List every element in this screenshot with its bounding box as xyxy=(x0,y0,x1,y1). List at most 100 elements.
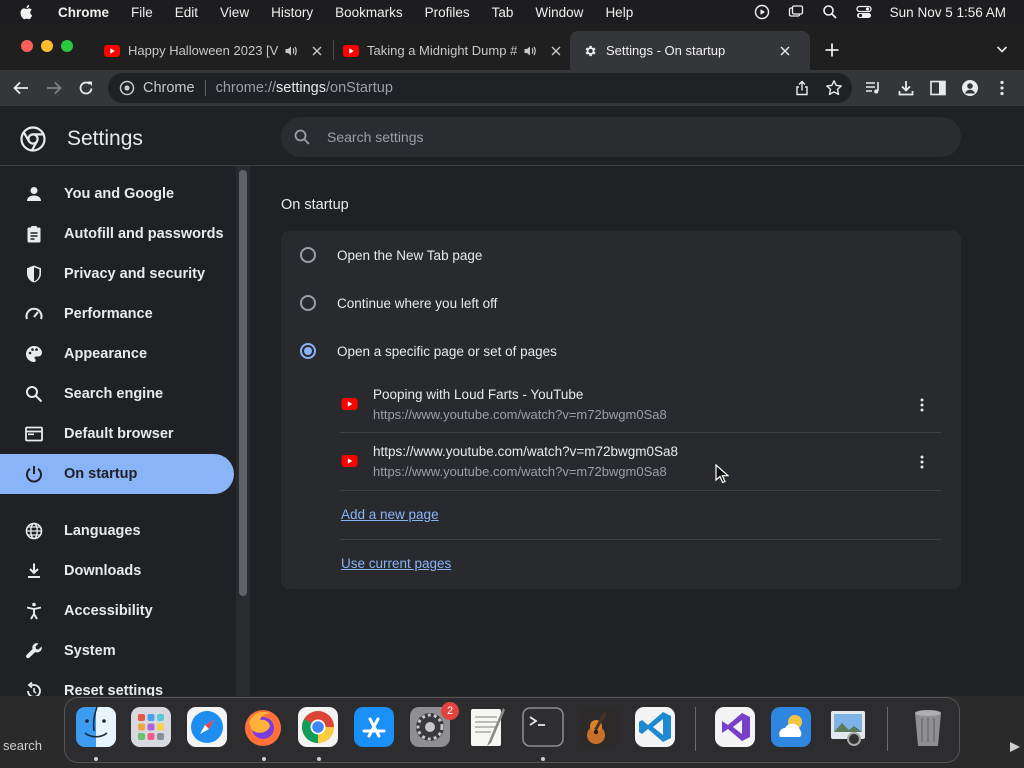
search-settings-input[interactable]: Search settings xyxy=(281,117,961,157)
dock-separator xyxy=(887,707,888,751)
chrome-page-icon[interactable] xyxy=(119,80,135,96)
globe-icon xyxy=(25,522,43,540)
chrome-icon[interactable] xyxy=(296,705,340,749)
app-store-icon[interactable] xyxy=(352,705,396,749)
sidebar-item-label: Default browser xyxy=(64,426,174,442)
startup-page-url: https://www.youtube.com/watch?v=m72bwgm0… xyxy=(373,407,667,422)
menu-file[interactable]: File xyxy=(131,5,153,20)
search-icon xyxy=(26,386,43,403)
window-zoom-button[interactable] xyxy=(61,40,73,52)
firefox-icon[interactable] xyxy=(241,705,285,749)
menu-history[interactable]: History xyxy=(271,5,313,20)
sidebar-item-on-startup[interactable]: On startup xyxy=(0,454,234,494)
add-new-page-link[interactable]: Add a new page xyxy=(341,507,439,522)
media-controls-icon[interactable] xyxy=(864,79,882,97)
radio-button[interactable] xyxy=(300,295,316,311)
shield-icon xyxy=(27,265,41,283)
sidebar-item-appearance[interactable]: Appearance xyxy=(0,334,234,374)
sidebar-scrollbar-thumb[interactable] xyxy=(239,170,247,596)
sidebar-item-label: Languages xyxy=(64,523,141,539)
vscode-icon[interactable] xyxy=(633,705,677,749)
more-actions-icon[interactable] xyxy=(914,397,930,413)
terminal-icon[interactable] xyxy=(521,705,565,749)
sidebar-item-privacy[interactable]: Privacy and security xyxy=(0,254,234,294)
menu-edit[interactable]: Edit xyxy=(175,5,198,20)
sidebar-item-downloads[interactable]: Downloads xyxy=(0,551,234,591)
apple-icon[interactable] xyxy=(18,3,36,21)
menu-view[interactable]: View xyxy=(220,5,249,20)
site-chip-label: Chrome xyxy=(143,80,195,96)
textedit-icon[interactable] xyxy=(465,705,509,749)
window-close-button[interactable] xyxy=(21,40,33,52)
screen-mirroring-icon[interactable] xyxy=(788,4,804,20)
side-panel-icon[interactable] xyxy=(929,79,947,97)
sidebar-item-search-engine[interactable]: Search engine xyxy=(0,374,234,414)
download-icon[interactable] xyxy=(897,79,915,97)
kebab-menu-icon[interactable] xyxy=(994,79,1010,97)
menu-help[interactable]: Help xyxy=(605,5,633,20)
radio-button-selected[interactable] xyxy=(300,343,316,359)
menu-bookmarks[interactable]: Bookmarks xyxy=(335,5,403,20)
forward-arrow-icon[interactable] xyxy=(45,79,63,97)
garageband-icon[interactable] xyxy=(577,705,621,749)
option-new-tab-page[interactable]: Open the New Tab page xyxy=(300,243,482,267)
menu-window[interactable]: Window xyxy=(535,5,583,20)
option-specific-pages[interactable]: Open a specific page or set of pages xyxy=(300,339,557,363)
window-minimize-button[interactable] xyxy=(41,40,53,52)
preview-icon[interactable] xyxy=(826,705,870,749)
wrench-icon xyxy=(26,643,42,659)
radio-button[interactable] xyxy=(300,247,316,263)
profile-avatar-icon[interactable] xyxy=(961,79,979,97)
sidebar-item-languages[interactable]: Languages xyxy=(0,511,234,551)
play-circle-icon[interactable] xyxy=(754,4,770,20)
tab-happy-halloween[interactable]: Happy Halloween 2023 [V xyxy=(104,31,326,70)
tab-settings-on-startup[interactable]: Settings - On startup xyxy=(570,31,810,70)
close-icon[interactable] xyxy=(780,46,790,56)
youtube-icon xyxy=(341,398,358,410)
speaker-icon[interactable] xyxy=(284,44,298,58)
running-indicator xyxy=(541,757,545,761)
startup-page-url: https://www.youtube.com/watch?v=m72bwgm0… xyxy=(373,464,667,479)
back-arrow-icon[interactable] xyxy=(12,79,30,97)
trash-icon[interactable] xyxy=(906,705,950,749)
spotlight-icon[interactable] xyxy=(822,4,838,20)
finder-icon[interactable] xyxy=(74,705,118,749)
startup-page-title: https://www.youtube.com/watch?v=m72bwgm0… xyxy=(373,444,679,459)
weather-icon[interactable] xyxy=(769,705,813,749)
speaker-icon[interactable] xyxy=(523,44,537,58)
control-center-icon[interactable] xyxy=(856,4,872,20)
tab-search-chevron-down-icon[interactable] xyxy=(996,43,1008,55)
close-icon[interactable] xyxy=(551,46,561,56)
url-path-main: settings xyxy=(276,80,326,96)
menu-profiles[interactable]: Profiles xyxy=(425,5,470,20)
tab-midnight-dump[interactable]: Taking a Midnight Dump # xyxy=(343,31,565,70)
sidebar-item-accessibility[interactable]: Accessibility xyxy=(0,591,234,631)
download-icon xyxy=(28,563,40,578)
menubar-clock[interactable]: Sun Nov 5 1:56 AM xyxy=(890,5,1006,20)
visual-studio-icon[interactable] xyxy=(713,705,757,749)
menu-tab[interactable]: Tab xyxy=(492,5,514,20)
youtube-icon xyxy=(341,455,358,467)
bookmark-star-icon[interactable] xyxy=(825,79,843,97)
close-icon[interactable] xyxy=(312,46,322,56)
share-icon[interactable] xyxy=(794,80,810,96)
sidebar-item-default-browser[interactable]: Default browser xyxy=(0,414,234,454)
launchpad-icon[interactable] xyxy=(129,705,173,749)
sidebar-item-performance[interactable]: Performance xyxy=(0,294,234,334)
sidebar-item-system[interactable]: System xyxy=(0,631,234,671)
more-actions-icon[interactable] xyxy=(914,454,930,470)
option-continue-where-left-off[interactable]: Continue where you left off xyxy=(300,291,497,315)
sidebar-item-you-and-google[interactable]: You and Google xyxy=(0,174,234,214)
address-bar[interactable]: Chrome chrome://settings/onStartup xyxy=(108,73,852,103)
sidebar-item-autofill[interactable]: Autofill and passwords xyxy=(0,214,234,254)
reload-icon[interactable] xyxy=(77,79,95,97)
use-current-pages-link[interactable]: Use current pages xyxy=(341,556,451,571)
youtube-icon xyxy=(104,44,120,57)
new-tab-plus-icon[interactable] xyxy=(824,42,840,58)
palette-icon xyxy=(26,346,42,362)
desktop-arrow-icon xyxy=(1010,742,1020,752)
notification-badge: 2 xyxy=(441,702,459,720)
menu-app-name[interactable]: Chrome xyxy=(58,5,109,20)
option-label: Open the New Tab page xyxy=(337,247,483,263)
safari-icon[interactable] xyxy=(185,705,229,749)
